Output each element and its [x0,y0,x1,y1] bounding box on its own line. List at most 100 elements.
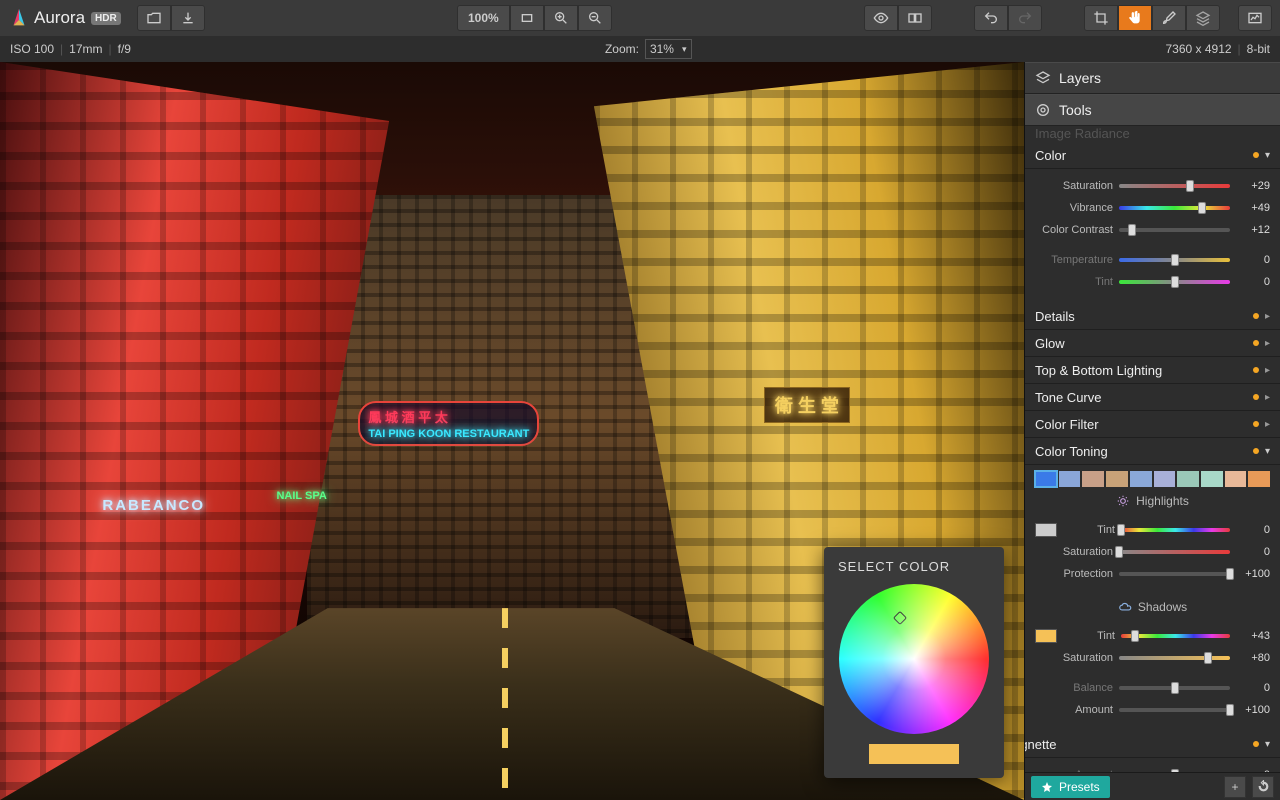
zoom-select[interactable]: 31%▾ [645,39,692,59]
sun-icon [1116,494,1130,508]
color-wheel[interactable] [839,584,989,734]
slider-label: Tint [1063,630,1115,642]
slider-track[interactable] [1119,545,1230,559]
iso-label: ISO 100 [10,42,54,56]
crop-button[interactable] [1084,5,1118,31]
slider-track[interactable] [1121,629,1230,643]
popover-title: SELECT COLOR [838,559,990,574]
image-canvas[interactable]: TAI PING KOON RESTAURANT RABEANCO 衛 生 堂 … [0,62,1024,800]
swatch[interactable] [1248,471,1270,487]
section-color-header[interactable]: Color▾ [1025,142,1280,169]
swatch[interactable] [1082,471,1104,487]
section-topbottom-header[interactable]: Top & Bottom Lighting▸ [1025,357,1280,384]
slider-saturation: Saturation +29 [1035,175,1270,197]
zoom-out-button[interactable] [578,5,612,31]
highlights-body: Tint 0 Saturation 0 Protection +100 [1025,513,1280,595]
section-vignette-header[interactable]: Vignette▾ [1025,731,1280,758]
slider-color-contrast: Color Contrast +12 [1035,219,1270,241]
slider-track[interactable] [1119,768,1230,772]
slider-value: +100 [1236,704,1270,716]
truncated-section: Image Radiance [1025,126,1280,142]
slider-saturation: Saturation +80 [1035,647,1270,669]
swatch[interactable] [1154,471,1176,487]
cloud-icon [1118,600,1132,614]
layers-panel-header[interactable]: Layers [1025,62,1280,94]
add-button[interactable]: + [1224,776,1246,798]
layers-button[interactable] [1186,5,1220,31]
color-picker-popover: SELECT COLOR [824,547,1004,778]
section-tonecurve-header[interactable]: Tone Curve▸ [1025,384,1280,411]
aperture-label: f/9 [118,42,131,56]
slider-tint: Tint 0 [1035,271,1270,293]
zoom-in-button[interactable] [544,5,578,31]
info-bar: ISO 100| 17mm| f/9 Zoom: 31%▾ 7360 x 491… [0,36,1280,62]
section-colorfilter-header[interactable]: Color Filter▸ [1025,411,1280,438]
tools-panel-header[interactable]: Tools [1025,94,1280,126]
slider-track[interactable] [1119,253,1230,267]
section-details-header[interactable]: Details▸ [1025,303,1280,330]
zoom-label: Zoom: [605,42,639,56]
swatch[interactable] [1106,471,1128,487]
color-wheel-cursor[interactable] [892,611,906,625]
slider-value: 0 [1236,546,1270,558]
slider-track[interactable] [1119,201,1230,215]
slider-label: Balance [1035,682,1113,694]
star-icon [1041,781,1053,793]
slider-value: +100 [1236,568,1270,580]
slider-tint: Tint +43 [1035,625,1270,647]
slider-value: +43 [1236,630,1270,642]
slider-label: Temperature [1035,254,1113,266]
neon-sign-hanzi: 衛 生 堂 [764,387,850,423]
slider-tint: Tint 0 [1035,519,1270,541]
slider-amount: Amount 0 [1035,764,1270,772]
slider-label: Color Contrast [1035,224,1113,236]
swatch[interactable] [1225,471,1247,487]
export-button[interactable] [171,5,205,31]
swatch[interactable] [1201,471,1223,487]
undo-button[interactable] [974,5,1008,31]
slider-track[interactable] [1119,703,1230,717]
fit-button[interactable] [510,5,544,31]
slider-label: Saturation [1035,652,1113,664]
presets-button[interactable]: Presets [1031,776,1110,798]
hand-button[interactable] [1118,5,1152,31]
app-logo: Aurora HDR [8,7,121,29]
slider-saturation: Saturation 0 [1035,541,1270,563]
zoom-100-button[interactable]: 100% [457,5,510,31]
slider-track[interactable] [1119,651,1230,665]
hdr-badge: HDR [91,12,121,25]
zoom-group: 100% [457,5,612,31]
slider-protection: Protection +100 [1035,563,1270,585]
slider-label: Protection [1035,568,1113,580]
slider-amount: Amount +100 [1035,699,1270,721]
reset-button[interactable] [1252,776,1274,798]
slider-track[interactable] [1119,567,1230,581]
redo-button[interactable] [1008,5,1042,31]
file-group [137,5,205,31]
colortoning-swatches [1025,465,1280,489]
slider-track[interactable] [1119,223,1230,237]
swatch[interactable] [1130,471,1152,487]
slider-value: +80 [1236,652,1270,664]
bitdepth-label: 8-bit [1247,42,1270,56]
section-colortoning-header[interactable]: Color Toning▾ [1025,438,1280,465]
brush-button[interactable] [1152,5,1186,31]
slider-value: 0 [1236,682,1270,694]
slider-track[interactable] [1119,681,1230,695]
open-button[interactable] [137,5,171,31]
right-panel: Layers Tools Image Radiance Color▾ Satur… [1024,62,1280,800]
histogram-button[interactable] [1238,5,1272,31]
swatch[interactable] [1177,471,1199,487]
swatch[interactable] [1035,471,1057,487]
slider-track[interactable] [1121,523,1230,537]
slider-label: Amount [1035,704,1113,716]
vignette-body: Amount 0 Size +50 [1025,758,1280,772]
slider-track[interactable] [1119,275,1230,289]
swatch[interactable] [1059,471,1081,487]
section-glow-header[interactable]: Glow▸ [1025,330,1280,357]
slider-label: Saturation [1035,546,1113,558]
slider-track[interactable] [1119,179,1230,193]
selected-color-swatch [869,744,959,764]
compare-button[interactable] [898,5,932,31]
preview-button[interactable] [864,5,898,31]
